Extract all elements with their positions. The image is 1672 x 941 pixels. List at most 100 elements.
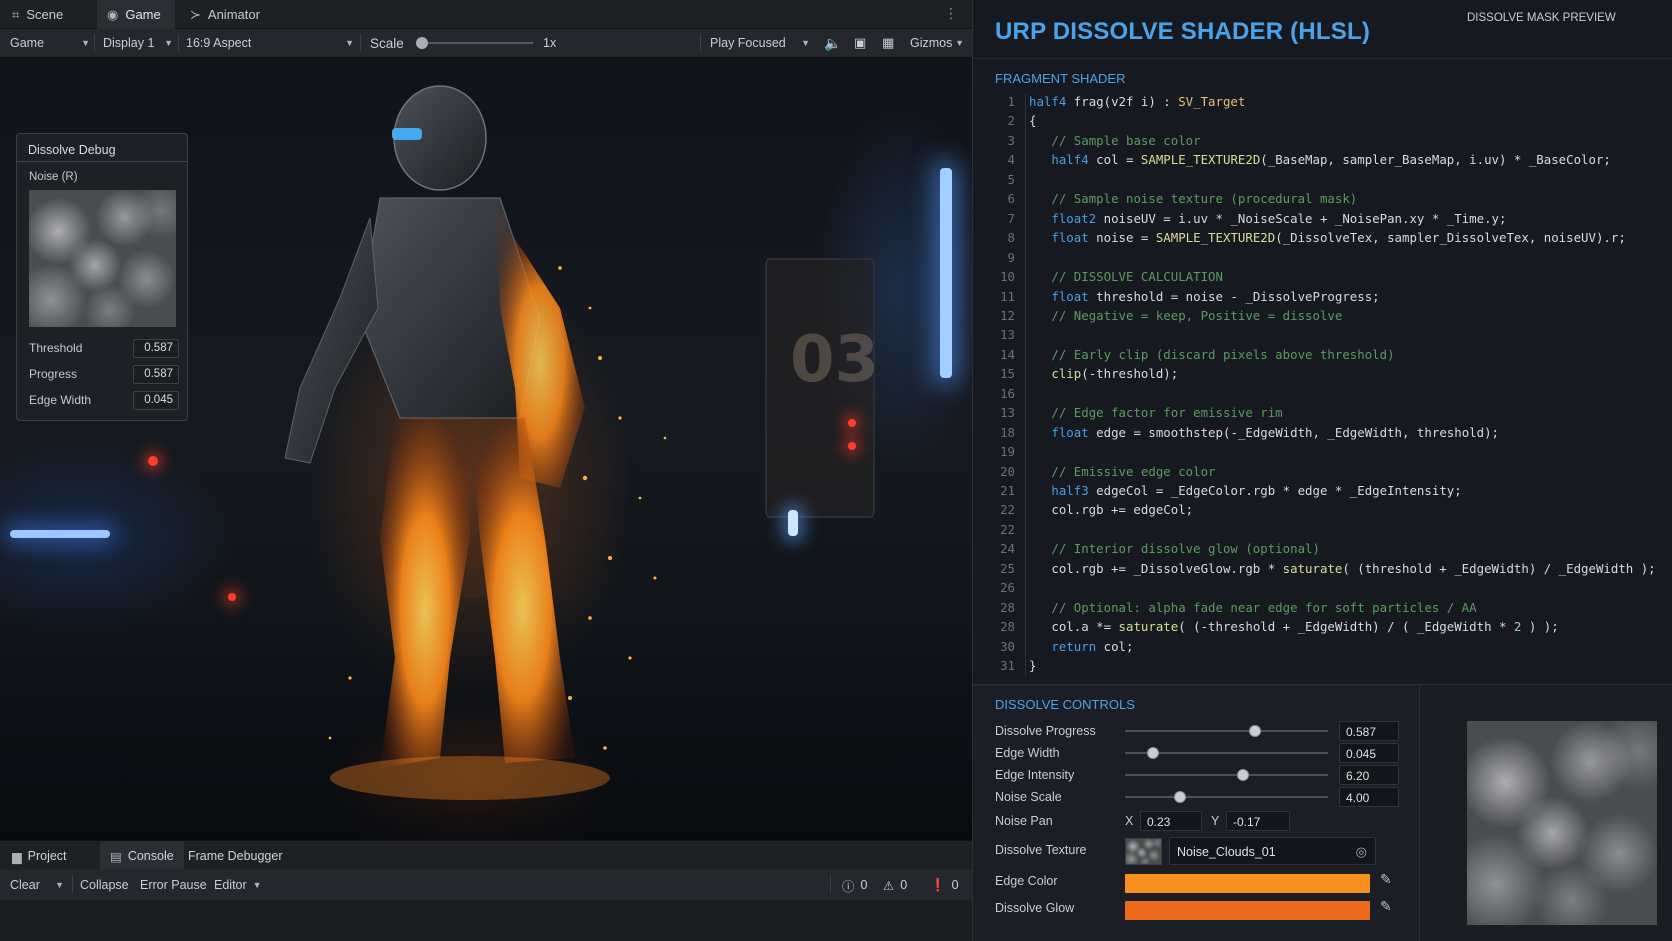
display-select[interactable]: Display 1 ▼ <box>103 29 173 57</box>
code-line[interactable]: 3 // Sample base color <box>973 133 1672 152</box>
tab-project[interactable]: ▆ Project <box>12 841 67 871</box>
slider-track[interactable] <box>1125 730 1328 732</box>
noise-pan-y-field[interactable]: -0.17 <box>1226 811 1290 831</box>
toolbar-divider <box>178 34 179 52</box>
code-line[interactable]: 18 float edge = smoothstep(-_EdgeWidth, … <box>973 425 1672 444</box>
code-line[interactable]: 13 // Edge factor for emissive rim <box>973 405 1672 424</box>
code-line[interactable]: 9 <box>973 250 1672 269</box>
code-text: // Negative = keep, Positive = dissolve <box>1051 307 1343 323</box>
tab-scene-label: Scene <box>26 7 64 22</box>
slider-handle[interactable] <box>1236 769 1249 781</box>
scale-slider-handle[interactable] <box>416 37 428 49</box>
noise-pan-x-field[interactable]: 0.23 <box>1140 811 1202 831</box>
code-editor[interactable]: 1 half4 frag(v2f i) : SV_Target 2{3 // Sam… <box>973 94 1672 682</box>
log-filter-toggle[interactable]: ⓘ 0 <box>842 870 867 900</box>
error-pause-button[interactable]: Error Pause <box>140 870 207 900</box>
code-line[interactable]: 28 col.a *= saturate( (-threshold + _Edg… <box>973 619 1672 638</box>
code-line[interactable]: 20 // Emissive edge color <box>973 464 1672 483</box>
game-view-panel: ⌗ Scene ◉ Game ≻ Animator ⋮ Game ▼ Displ… <box>0 0 972 941</box>
dissolve-texture-field[interactable]: Noise_Clouds_01 ◎ <box>1169 837 1376 865</box>
mute-audio-icon[interactable]: 🔈 <box>824 29 841 57</box>
slider-label: Edge Intensity <box>995 768 1075 782</box>
code-line[interactable]: 2{ <box>973 113 1672 132</box>
code-line[interactable]: 16 <box>973 386 1672 405</box>
code-line[interactable]: 30 return col; <box>973 639 1672 658</box>
line-number: 26 <box>1000 580 1015 596</box>
code-line[interactable]: 21 half3 edgeCol = _EdgeColor.rgb * edge… <box>973 483 1672 502</box>
code-line[interactable]: 5 <box>973 172 1672 191</box>
tab-project-label: Project <box>27 849 67 863</box>
line-number: 24 <box>1000 541 1015 557</box>
debug-edge-width-value: 0.045 <box>133 390 179 410</box>
code-line[interactable]: 24 // Interior dissolve glow (optional) <box>973 541 1672 560</box>
code-text: clip(-threshold); <box>1051 366 1179 382</box>
code-line[interactable]: 25 col.rgb += _DissolveGlow.rgb * satura… <box>973 561 1672 580</box>
slider-track[interactable] <box>1125 796 1328 798</box>
dissolve-controls-heading: DISSOLVE CONTROLS <box>995 697 1135 712</box>
code-line[interactable]: 6 // Sample noise texture (procedural ma… <box>973 191 1672 210</box>
code-line[interactable]: 8 float noise = SAMPLE_TEXTURE2D(_Dissol… <box>973 230 1672 249</box>
debug-row-progress: Progress 0.587 <box>29 364 179 384</box>
code-line[interactable]: 28 // Optional: alpha fade near edge for… <box>973 600 1672 619</box>
code-line[interactable]: 10 // DISSOLVE CALCULATION <box>973 269 1672 288</box>
slider-track[interactable] <box>1125 774 1328 776</box>
slider-value-field[interactable]: 4.00 <box>1339 787 1399 807</box>
game-viewport[interactable]: 03 Dissolve Debug Noise (R) Threshold 0.… <box>0 58 972 840</box>
code-line[interactable]: 14 // Early clip (discard pixels above t… <box>973 347 1672 366</box>
eyedropper-icon[interactable]: ✎ <box>1380 871 1392 888</box>
slider-value-field[interactable]: 0.045 <box>1339 743 1399 763</box>
gizmos-select[interactable]: Gizmos ▼ <box>910 29 964 57</box>
slider-value-field[interactable]: 0.587 <box>1339 721 1399 741</box>
tab-game[interactable]: ◉ Game <box>97 0 175 29</box>
line-number: 3 <box>1007 132 1015 148</box>
eyedropper-icon[interactable]: ✎ <box>1380 898 1392 915</box>
code-line[interactable]: 15 clip(-threshold); <box>973 366 1672 385</box>
code-line[interactable]: 13 <box>973 327 1672 346</box>
code-line[interactable]: 22 col.rgb += edgeCol; <box>973 502 1672 521</box>
slider-value-field[interactable]: 6.20 <box>1339 765 1399 785</box>
tab-console[interactable]: ▤ Console <box>100 841 184 871</box>
code-line[interactable]: 26 <box>973 580 1672 599</box>
stats-icon[interactable]: ▣ <box>854 29 866 57</box>
code-line[interactable]: 19 <box>973 444 1672 463</box>
dissolve-glow-swatch[interactable] <box>1125 901 1370 920</box>
more-options-icon[interactable]: ⋮ <box>944 5 958 22</box>
tab-scene[interactable]: ⌗ Scene <box>2 0 73 29</box>
slider-handle[interactable] <box>1173 791 1186 803</box>
slider-handle[interactable] <box>1248 725 1261 737</box>
code-line[interactable]: 11 float threshold = noise - _DissolvePr… <box>973 289 1672 308</box>
scale-slider-track[interactable] <box>420 42 533 44</box>
object-picker-icon[interactable]: ◎ <box>1356 844 1367 860</box>
collapse-button[interactable]: Collapse <box>80 870 129 900</box>
code-line[interactable]: 7 float2 noiseUV = i.uv * _NoiseScale + … <box>973 211 1672 230</box>
aspect-select[interactable]: 16:9 Aspect ▼ <box>186 29 354 57</box>
slider-handle[interactable] <box>1147 747 1160 759</box>
editor-select[interactable]: Editor ▼ <box>214 870 262 900</box>
dissolve-controls-panel: DISSOLVE CONTROLS Dissolve Progress 0.58… <box>973 685 1419 941</box>
texture-thumbnail[interactable] <box>1125 838 1162 865</box>
tab-frame-debugger[interactable]: Frame Debugger <box>188 841 283 871</box>
line-number: 14 <box>1000 346 1015 362</box>
play-mode-select[interactable]: Play Focused ▼ <box>710 29 810 57</box>
code-line[interactable]: 12 // Negative = keep, Positive = dissol… <box>973 308 1672 327</box>
code-text: // Sample base color <box>1051 132 1201 148</box>
noise-pan-row: Noise Pan X 0.23 Y -0.17 <box>995 811 1405 831</box>
tab-animator[interactable]: ≻ Animator <box>180 0 270 29</box>
code-line[interactable]: 4 half4 col = SAMPLE_TEXTURE2D(_BaseMap,… <box>973 152 1672 171</box>
code-text: // Sample noise texture (procedural mask… <box>1051 191 1358 207</box>
console-log-area[interactable] <box>0 900 972 941</box>
game-view-select[interactable]: Game ▼ <box>10 29 90 57</box>
line-number: 4 <box>1007 152 1015 168</box>
code-text: float threshold = noise - _DissolveProgr… <box>1051 288 1380 304</box>
slider-label: Noise Scale <box>995 790 1062 804</box>
edge-color-swatch[interactable] <box>1125 874 1370 893</box>
code-line[interactable]: 22 <box>973 522 1672 541</box>
render-icon[interactable]: ▦ <box>882 29 894 57</box>
clear-button[interactable]: Clear ▼ <box>10 870 64 900</box>
line-number: 20 <box>1000 463 1015 479</box>
error-filter-toggle[interactable]: ❗ 0 <box>930 870 959 900</box>
code-line[interactable]: 31} <box>973 658 1672 677</box>
chevron-down-icon: ▼ <box>252 880 262 890</box>
code-line[interactable]: 1 half4 frag(v2f i) : SV_Target <box>973 94 1672 113</box>
warning-filter-toggle[interactable]: ⚠ 0 <box>883 870 907 900</box>
